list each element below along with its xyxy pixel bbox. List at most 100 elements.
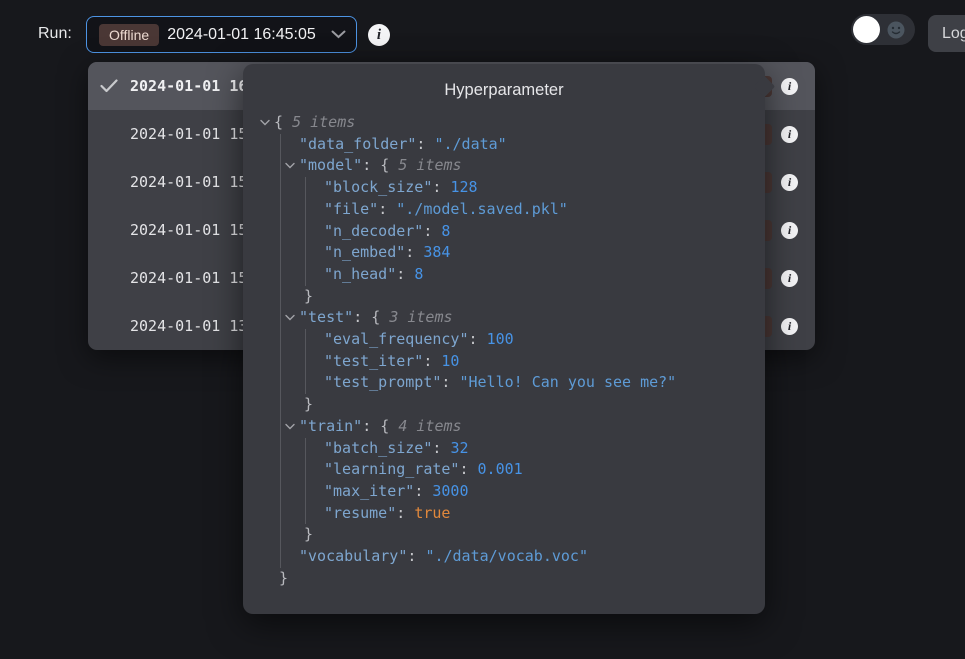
json-close-brace: } [260,568,751,590]
json-tree: { 5 items"data_folder": "./data""model":… [243,112,765,589]
json-colon: : [396,265,414,283]
json-item-count: 4 items [398,417,461,435]
json-item-count: 5 items [398,156,461,174]
json-line: "test": { 3 items [281,307,751,329]
json-line: "model": { 5 items [281,155,751,177]
json-key: "data_folder" [299,135,416,153]
json-line: "batch_size": 32 [306,438,751,460]
json-line: "data_folder": "./data" [281,134,751,156]
json-line: "test_iter": 10 [306,351,751,373]
json-key: "vocabulary" [299,547,407,565]
json-children: "data_folder": "./data""model": { 5 item… [280,134,751,568]
json-number-value: 100 [487,330,514,348]
json-line: "test_prompt": "Hello! Can you see me?" [306,372,751,394]
run-item-label: 2024-01-01 15 [130,221,247,239]
json-string-value: "Hello! Can you see me?" [459,373,676,391]
json-colon: : [459,460,477,478]
json-colon: : [416,135,434,153]
tooltip-title: Hyperparameter [243,64,765,100]
json-key: "test_iter" [324,352,423,370]
info-icon[interactable]: i [781,174,798,191]
json-colon: : [423,352,441,370]
json-colon: : [441,373,459,391]
json-colon: : [414,482,432,500]
collapse-icon[interactable] [260,119,274,126]
json-number-value: 10 [441,352,459,370]
collapse-icon[interactable] [285,314,299,321]
run-item-label: 2024-01-01 15 [130,125,247,143]
json-line: "train": { 4 items [281,416,751,438]
json-key: "train" [299,417,362,435]
json-number-value: 384 [423,243,450,261]
hyperparameter-tooltip: Hyperparameter { 5 items"data_folder": "… [243,64,765,614]
json-line: "eval_frequency": 100 [306,329,751,351]
run-label: Run: [38,25,72,43]
json-key: "file" [324,200,378,218]
json-children: "batch_size": 32"learning_rate": 0.001"m… [305,438,751,525]
json-line: "file": "./model.saved.pkl" [306,199,751,221]
run-item-label: 2024-01-01 15 [130,269,247,287]
json-colon: : [423,222,441,240]
json-close-brace: } [281,524,751,546]
json-key: "n_decoder" [324,222,423,240]
json-item-count: 5 items [292,113,355,131]
json-line: "n_head": 8 [306,264,751,286]
json-number-value: 128 [450,178,477,196]
check-icon [100,79,130,93]
json-colon: : [432,178,450,196]
json-item-count: 3 items [389,308,452,326]
json-colon: : [362,417,380,435]
json-key: "batch_size" [324,439,432,457]
app-background: { "header": { "run_label": "Run:", "sele… [0,0,965,659]
json-key: "learning_rate" [324,460,459,478]
json-colon: : [362,156,380,174]
collapse-icon[interactable] [285,162,299,169]
json-key: "block_size" [324,178,432,196]
json-number-value: 8 [441,222,450,240]
chevron-down-icon [331,30,346,39]
json-colon: : [469,330,487,348]
json-key: "n_head" [324,265,396,283]
toggle-knob [853,16,880,43]
info-icon[interactable]: i [781,318,798,335]
info-icon[interactable]: i [781,270,798,287]
json-line: "resume": true [306,503,751,525]
json-string-value: "./data/vocab.voc" [425,547,588,565]
collapse-icon[interactable] [285,423,299,430]
info-icon[interactable]: i [781,126,798,143]
json-colon: : [407,547,425,565]
json-key: "model" [299,156,362,174]
log-button[interactable]: Log [928,15,965,52]
json-key: "test" [299,308,353,326]
json-key: "n_embed" [324,243,405,261]
run-item-label: 2024-01-01 13 [130,317,247,335]
run-info-icon[interactable]: i [368,24,390,46]
json-open-brace: { [380,417,398,435]
json-colon: : [378,200,396,218]
json-number-value: 8 [414,265,423,283]
info-icon[interactable]: i [781,222,798,239]
json-colon: : [432,439,450,457]
json-number-value: 0.001 [478,460,523,478]
json-open-brace: { [274,113,292,131]
json-colon: : [353,308,371,326]
json-line: "block_size": 128 [306,177,751,199]
run-selector[interactable]: Offline 2024-01-01 16:45:05 [86,16,357,53]
json-children: "eval_frequency": 100"test_iter": 10"tes… [305,329,751,394]
run-item-label: 2024-01-01 15 [130,173,247,191]
run-item-label: 2024-01-01 16 [130,77,247,95]
json-string-value: "./data" [434,135,506,153]
json-colon: : [396,504,414,522]
json-line: "n_decoder": 8 [306,221,751,243]
json-close-brace: } [281,286,751,308]
json-line: "vocabulary": "./data/vocab.voc" [281,546,751,568]
json-key: "test_prompt" [324,373,441,391]
json-close-brace: } [281,394,751,416]
theme-toggle[interactable] [851,14,915,45]
json-line: "learning_rate": 0.001 [306,459,751,481]
json-key: "eval_frequency" [324,330,469,348]
info-icon[interactable]: i [781,78,798,95]
json-key: "max_iter" [324,482,414,500]
json-line: "n_embed": 384 [306,242,751,264]
json-open-brace: { [380,156,398,174]
